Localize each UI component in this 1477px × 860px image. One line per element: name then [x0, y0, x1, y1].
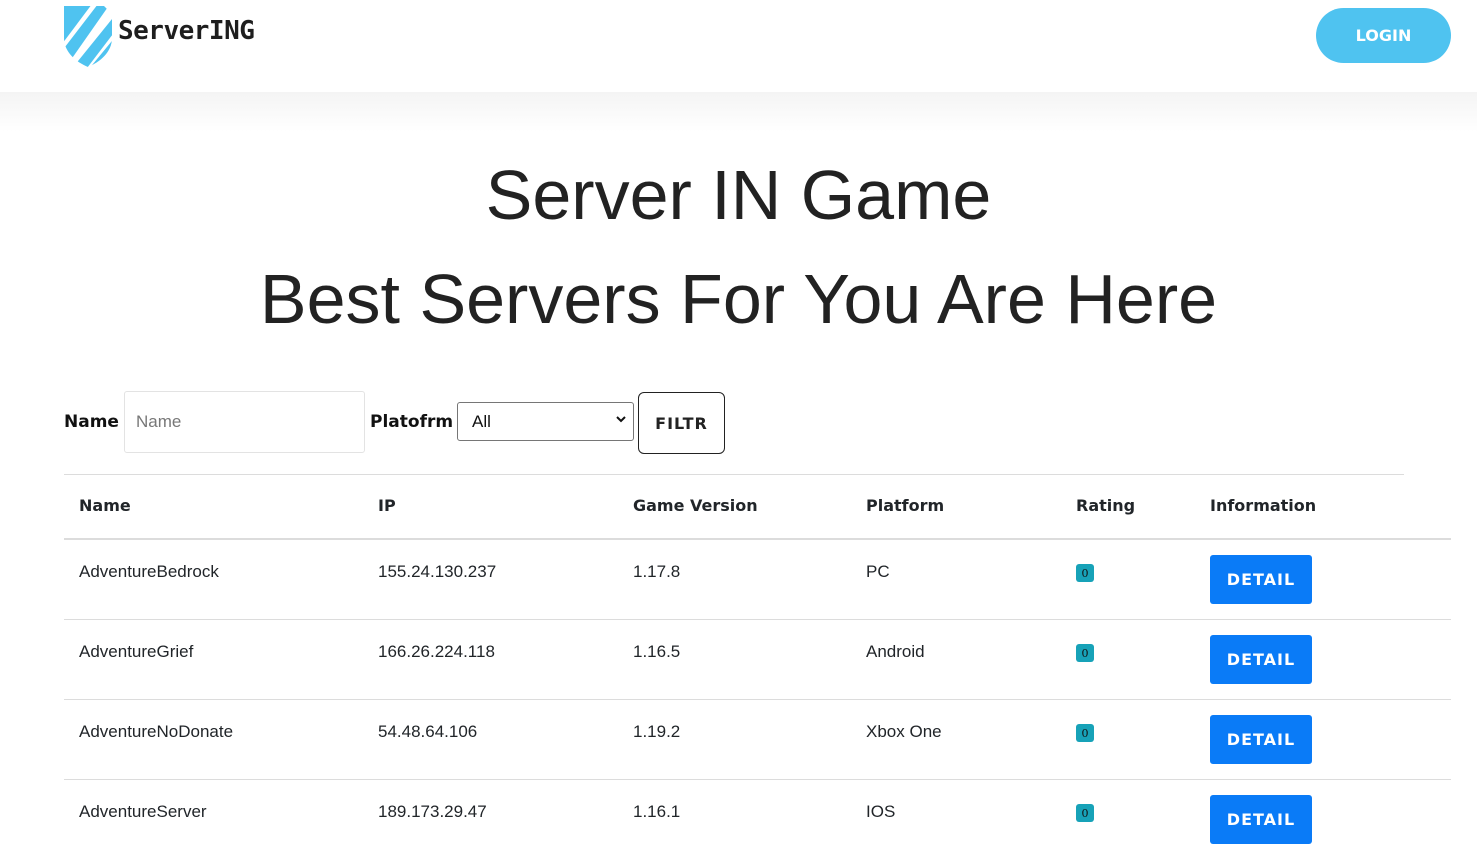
server-name: AdventureGrief [79, 642, 194, 661]
header-divider [0, 92, 1477, 132]
platform-select[interactable]: All [457, 402, 634, 441]
table-row: AdventureNoDonate 54.48.64.106 1.19.2 Xb… [64, 700, 1451, 780]
logo-text: ServerING [118, 16, 255, 46]
column-header-version: Game Version [633, 496, 758, 515]
name-filter-input[interactable] [124, 391, 365, 453]
column-header-information: Information [1210, 496, 1317, 515]
shield-icon [64, 6, 112, 67]
filter-form: Name Platofrm All FILTR [64, 391, 764, 454]
rating-badge: 0 [1076, 564, 1094, 582]
server-version: 1.19.2 [633, 722, 681, 741]
detail-button[interactable]: DETAIL [1210, 715, 1312, 764]
server-ip: 189.173.29.47 [378, 802, 487, 821]
detail-button[interactable]: DETAIL [1210, 795, 1312, 844]
rating-badge: 0 [1076, 724, 1094, 742]
server-version: 1.16.1 [633, 802, 681, 821]
server-ip: 155.24.130.237 [378, 562, 497, 581]
platform-filter-label: Platofrm [370, 412, 454, 432]
server-ip: 166.26.224.118 [378, 642, 495, 661]
column-header-ip: IP [378, 496, 396, 515]
name-filter-label: Name [64, 412, 119, 432]
server-ip: 54.48.64.106 [378, 722, 478, 741]
server-platform: IOS [866, 802, 896, 821]
table-row: AdventureGrief 166.26.224.118 1.16.5 And… [64, 620, 1451, 700]
site-header: ServerING LOGIN [0, 0, 1477, 92]
server-platform: PC [866, 562, 890, 581]
chevron-down-icon [615, 412, 627, 428]
column-header-platform: Platform [866, 496, 945, 515]
server-name: AdventureBedrock [79, 562, 219, 581]
platform-select-value: All [472, 411, 491, 431]
filter-button[interactable]: FILTR [638, 392, 725, 454]
rating-badge: 0 [1076, 644, 1094, 662]
server-version: 1.17.8 [633, 562, 681, 581]
detail-button[interactable]: DETAIL [1210, 555, 1312, 604]
table-top-border [64, 474, 1404, 475]
server-platform: Android [866, 642, 925, 661]
logo[interactable]: ServerING [62, 4, 255, 68]
page-subtitle: Best Servers For You Are Here [259, 260, 1218, 338]
page-title: Server IN Game [485, 156, 992, 234]
column-header-name: Name [79, 496, 131, 515]
login-button[interactable]: LOGIN [1316, 8, 1451, 63]
detail-button[interactable]: DETAIL [1210, 635, 1312, 684]
table-row: AdventureBedrock 155.24.130.237 1.17.8 P… [64, 540, 1451, 620]
server-name: AdventureNoDonate [79, 722, 234, 741]
column-header-rating: Rating [1076, 496, 1136, 515]
server-version: 1.16.5 [633, 642, 681, 661]
rating-badge: 0 [1076, 804, 1094, 822]
server-platform: Xbox One [866, 722, 942, 741]
server-name: AdventureServer [79, 802, 207, 821]
table-row: AdventureServer 189.173.29.47 1.16.1 IOS… [64, 780, 1451, 860]
